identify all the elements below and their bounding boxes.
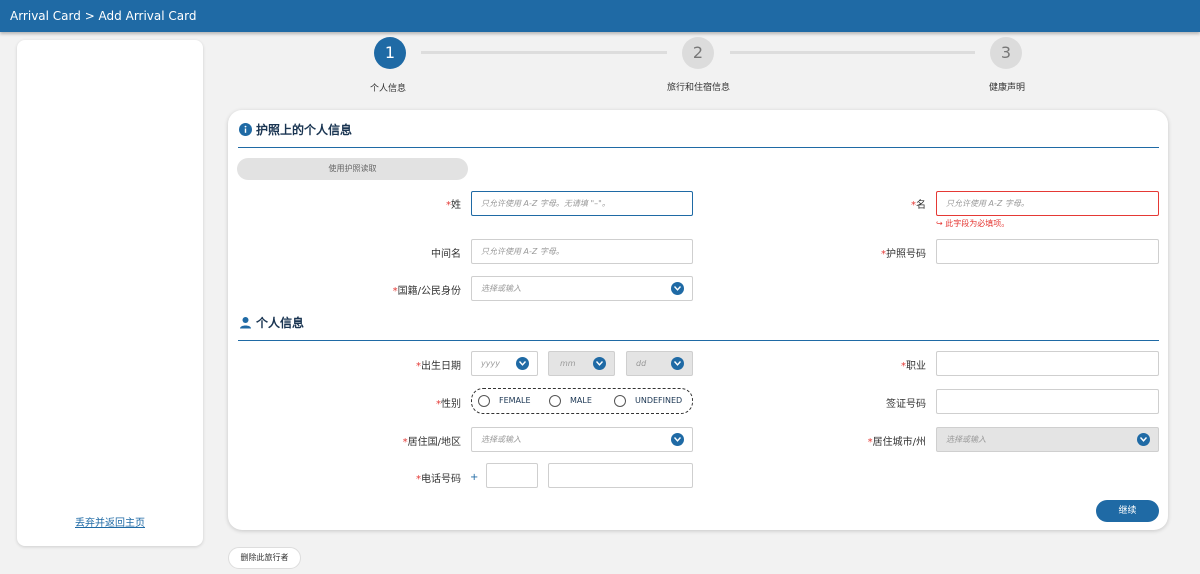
passport-section-title: 护照上的个人信息 — [256, 123, 353, 137]
chevron-down-icon[interactable] — [671, 357, 684, 370]
given-name-input[interactable]: 只允许使用 A-Z 字母。 — [936, 191, 1159, 216]
step-2-circle[interactable]: 2 — [682, 37, 714, 69]
chevron-down-icon[interactable] — [671, 282, 684, 295]
step-1-label: 个人信息 — [370, 84, 407, 94]
sidebar: 丢弃并返回主页 — [17, 40, 203, 546]
dob-month-select[interactable]: mm — [548, 351, 615, 376]
phone-country-code-input[interactable] — [486, 463, 538, 488]
step-connector-1 — [421, 51, 667, 54]
personal-section-title: 个人信息 — [256, 316, 305, 330]
step-connector-2 — [730, 51, 975, 54]
breadcrumb: Arrival Card > Add Arrival Card — [10, 9, 197, 23]
surname-input[interactable]: 只允许使用 A-Z 字母。无请填 "–"。 — [471, 191, 693, 216]
info-icon — [239, 123, 252, 136]
dob-day-select[interactable]: dd — [626, 351, 693, 376]
chevron-down-icon[interactable] — [671, 433, 684, 446]
personal-section-divider — [238, 340, 1159, 341]
gender-female-label[interactable]: FEMALE — [499, 396, 531, 405]
occupation-label: *职业 — [901, 361, 926, 372]
gender-radio-group: FEMALE MALE UNDEFINED — [471, 388, 693, 414]
residence-country-select[interactable]: 选择或输入 — [471, 427, 693, 452]
passport-number-input[interactable] — [936, 239, 1159, 264]
discard-and-return-link[interactable]: 丢弃并返回主页 — [17, 514, 203, 529]
gender-label: *性别 — [436, 399, 461, 410]
step-1-circle[interactable]: 1 — [374, 37, 406, 69]
residence-city-label: *居住城市/州 — [867, 437, 926, 448]
chevron-down-icon[interactable] — [516, 357, 529, 370]
gender-male-radio[interactable] — [549, 395, 561, 407]
passport-section-divider — [238, 147, 1159, 148]
visa-number-input[interactable] — [936, 389, 1159, 414]
surname-label: *姓 — [446, 200, 461, 211]
read-passport-button[interactable]: 使用护照读取 — [237, 158, 468, 180]
person-icon — [240, 317, 251, 329]
step-2-label: 旅行和住宿信息 — [667, 83, 731, 93]
chevron-down-icon[interactable] — [593, 357, 606, 370]
dob-label: *出生日期 — [416, 361, 461, 372]
nationality-label: *国籍/公民身份 — [392, 286, 461, 297]
given-name-label: *名 — [911, 200, 926, 211]
given-name-error: ↪ 此字段为必填项。 — [936, 219, 1010, 228]
gender-undefined-label[interactable]: UNDEFINED — [635, 396, 682, 405]
visa-number-label: 签证号码 — [886, 399, 926, 410]
gender-undefined-radio[interactable] — [614, 395, 626, 407]
step-3-label: 健康声明 — [989, 83, 1026, 93]
phone-label: *电话号码 — [416, 474, 461, 485]
dob-year-select[interactable]: yyyy — [471, 351, 538, 376]
gender-female-radio[interactable] — [478, 395, 490, 407]
continue-button[interactable]: 继续 — [1096, 500, 1159, 522]
residence-city-select[interactable]: 选择或输入 — [936, 427, 1159, 452]
passport-number-label: *护照号码 — [881, 249, 926, 260]
delete-traveler-button[interactable]: 删除此旅行者 — [228, 547, 301, 569]
step-3-circle[interactable]: 3 — [990, 37, 1022, 69]
nationality-select[interactable]: 选择或输入 — [471, 276, 693, 301]
middle-name-input[interactable]: 只允许使用 A-Z 字母。 — [471, 239, 693, 264]
residence-country-label: *居住国/地区 — [402, 437, 461, 448]
occupation-input[interactable] — [936, 351, 1159, 376]
middle-name-label: 中间名 — [431, 249, 461, 260]
phone-number-input[interactable] — [548, 463, 693, 488]
phone-plus-prefix: + — [470, 472, 479, 483]
top-bar: Arrival Card > Add Arrival Card — [0, 0, 1200, 32]
chevron-down-icon[interactable] — [1137, 433, 1150, 446]
form-card: 护照上的个人信息 使用护照读取 *姓 只允许使用 A-Z 字母。无请填 "–"。… — [228, 110, 1168, 530]
gender-male-label[interactable]: MALE — [570, 396, 592, 405]
